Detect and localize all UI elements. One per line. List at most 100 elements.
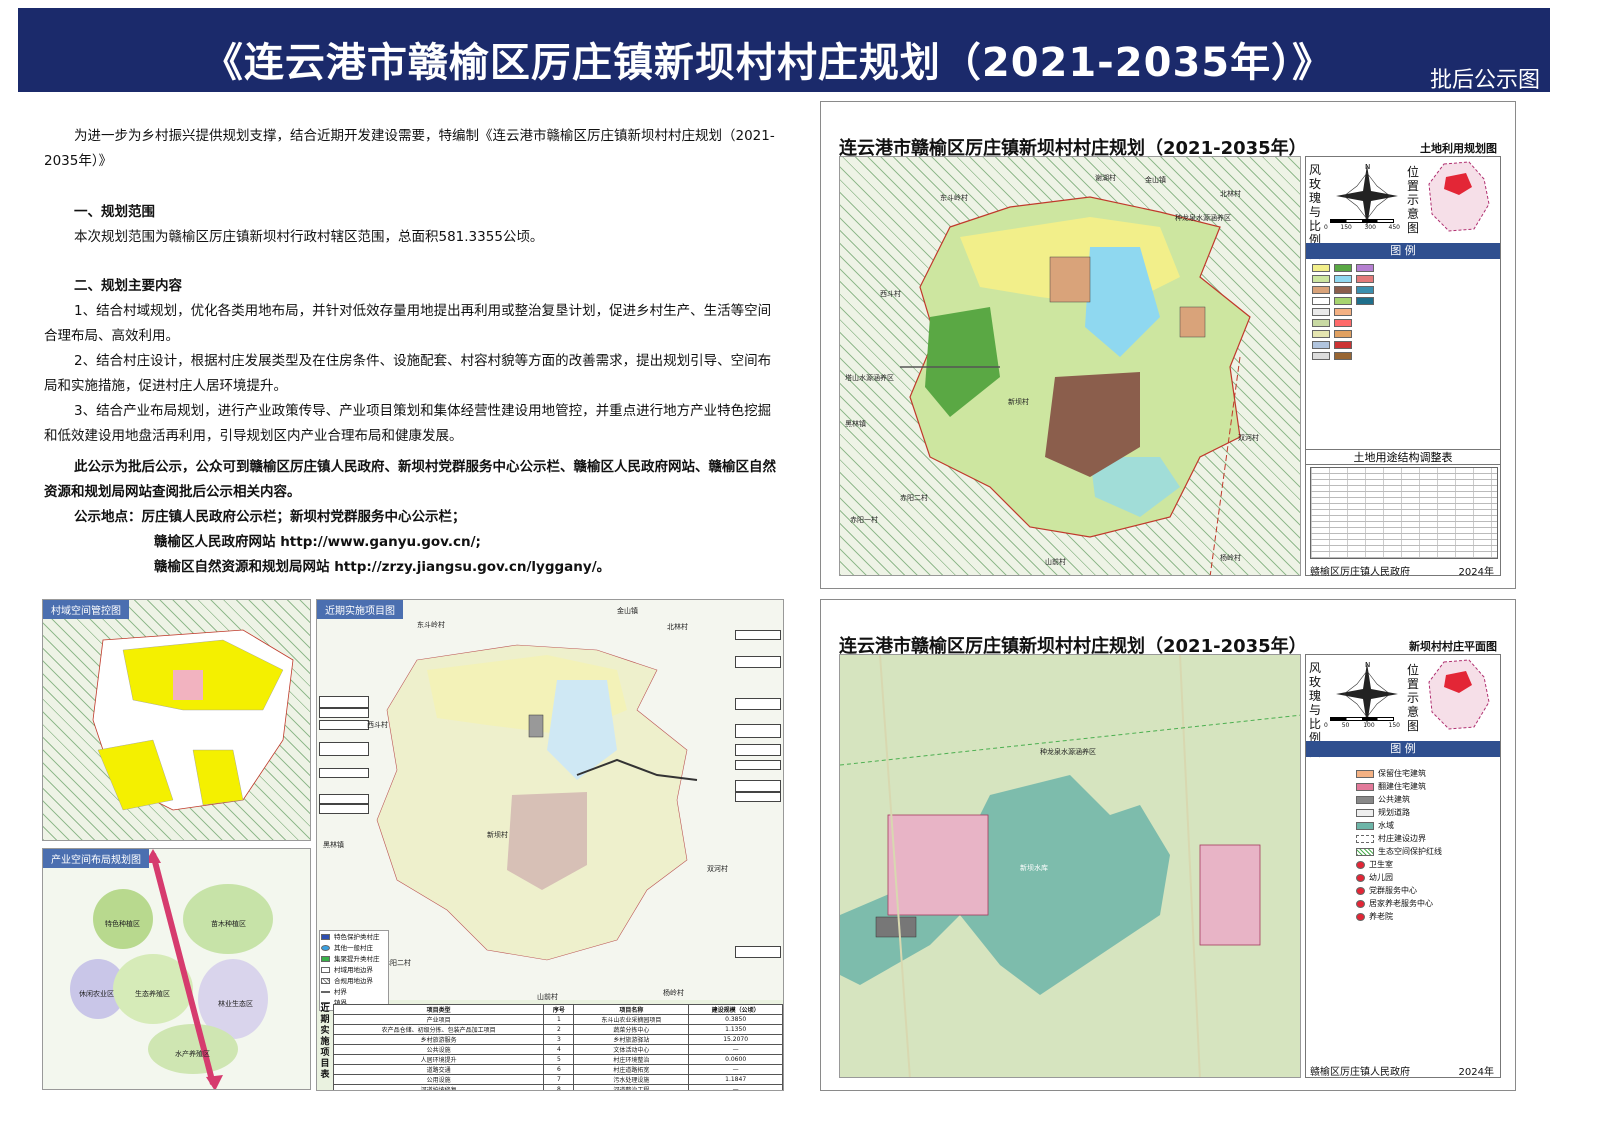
year-label: 2024年 [1458, 1067, 1494, 1078]
section1-title: 一、规划范围 [74, 204, 155, 220]
landuse-subtitle: 土地利用规划图 [1420, 142, 1497, 155]
map-label: 杨岭村 [663, 989, 684, 997]
notice-intro: 为进一步为乡村振兴提供规划支撑，结合近期开发建设需要，特编制《连云港市赣榆区厉庄… [44, 128, 775, 169]
scale-bar [1330, 717, 1394, 721]
table-row: 公用设施 7 污水处理设施 1.1847 [332, 1074, 783, 1085]
public-notice: 此公示为批后公示，公众可到赣榆区厉庄镇人民政府、新坝村党群服务中心公示栏、赣榆区… [44, 459, 776, 500]
legend-item: 村庄建设边界 [1378, 834, 1426, 843]
table-cell: 公共设施 [332, 1044, 545, 1055]
section2-title: 二、规划主要内容 [74, 278, 182, 294]
table-cell: 0.3850 [688, 1014, 783, 1025]
landuse-table [1310, 467, 1498, 559]
legend-item: 水域 [1378, 821, 1394, 830]
table-row: 道路交通 6 村庄道路拓宽 — [332, 1064, 783, 1075]
notice-location: 公示地点：厉庄镇人民政府公示栏；新坝村党群服务中心公示栏； [74, 509, 466, 525]
table-cell: 2 [543, 1024, 575, 1035]
residential-block-east [1199, 844, 1261, 946]
table-cell: 河道护坡修复 [332, 1084, 545, 1090]
public-facility [875, 916, 917, 938]
village-core [1049, 256, 1091, 303]
table-cell: 乡村旅游驿站 [573, 1034, 690, 1045]
table-cell: 6 [543, 1064, 575, 1075]
notice-site-gov: 赣榆区人民政府网站 http://www.ganyu.gov.cn/; [154, 534, 481, 550]
scale-tick: 0 [1324, 722, 1328, 729]
scale-tick: 0 [1324, 224, 1328, 231]
map-label: 山前村 [537, 993, 558, 1001]
table-cell: 1.1847 [688, 1074, 783, 1085]
legend-item: 其他一般村庄 [334, 944, 373, 952]
legend-item: 村界 [334, 988, 347, 996]
table-header: 序号 [543, 1004, 575, 1015]
table-cell: 乡村旅游服务 [332, 1034, 545, 1045]
map-label-chiyang1: 赤阳一村 [850, 516, 878, 524]
legend-item: 党群服务中心 [1369, 886, 1417, 895]
table-cell: 人居环境提升 [332, 1054, 545, 1065]
plan-subtitle: 新坝村村庄平面图 [1409, 640, 1497, 653]
projects-inset-label: 近期实施项目图 [317, 600, 403, 619]
table-cell: 河道整治工程 [573, 1084, 690, 1090]
notice-text: 为进一步为乡村振兴提供规划支撑，结合近期开发建设需要，特编制《连云港市赣榆区厉庄… [44, 124, 784, 580]
org-name: 赣榆区厉庄镇人民政府 [1310, 1067, 1410, 1078]
table-row: 农产品仓储、初级分拣、包装产品加工项目 2 蔬菜分拣中心 1.1350 [332, 1024, 783, 1035]
table-cell: 1 [543, 1014, 575, 1025]
zone-label: 苗木种植区 [211, 920, 246, 928]
scale-tick: 150 [1340, 224, 1352, 231]
table-cell: — [688, 1064, 783, 1075]
map-label-beilin: 北林村 [1220, 190, 1241, 198]
table-cell: 污水处理设施 [573, 1074, 690, 1085]
table-cell: — [688, 1044, 783, 1055]
table-cell: 7 [543, 1074, 575, 1085]
projects-inset: 近期实施项目图 东斗岭村 金山镇 北林村 西斗村 新坝村 双河村 黑林镇 赤阳二… [316, 599, 784, 1091]
location-label: 位置示意图 [1406, 165, 1419, 235]
map-label-shanqian: 山前村 [1045, 558, 1066, 566]
map-label: 新坝村 [487, 831, 508, 839]
org-name: 赣榆区厉庄镇人民政府 [1310, 567, 1410, 578]
table-title: 土地用途结构调整表 [1306, 449, 1500, 465]
location-map-icon [1428, 659, 1490, 730]
table-cell: 农产品仓储、初级分拣、包装产品加工项目 [332, 1024, 545, 1035]
map-label: 双河村 [707, 865, 728, 873]
industry-inset: 产业空间布局规划图 特色种植区 苗木种植区 休闲农业区 生态养殖区 林业生态区 … [42, 848, 311, 1090]
projects-table: 项目类型 序号 项目名称 建设规模（公顷） 产业项目 1 东斗山农业采摘园项目 0.3… [332, 1004, 783, 1090]
zone-label: 水产养殖区 [175, 1050, 210, 1058]
map-label-jinshan: 金山镇 [1145, 176, 1166, 184]
table-cell: 0.0600 [688, 1054, 783, 1065]
legend-title: 图 例 [1306, 243, 1500, 259]
table-cell: 东斗山农业采摘园项目 [573, 1014, 690, 1025]
legend-item: 生态空间保护红线 [1378, 847, 1442, 856]
legend-item: 翻建住宅建筑 [1378, 782, 1426, 791]
table-row: 公共设施 4 文体活动中心 — [332, 1044, 783, 1055]
legend-item: 村域用地边界 [334, 966, 373, 974]
section2-item3: 3、结合产业布局规划，进行产业政策传导、产业项目策划和集体经营性建设用地管控，并… [44, 403, 772, 444]
map-label-dongdouling: 东斗岭村 [940, 194, 968, 202]
svg-text:N: N [1365, 661, 1370, 669]
notice-site-nr: 赣榆区自然资源和规划局网站 http://zrzy.jiangsu.gov.cn… [154, 559, 611, 575]
table-cell: 5 [543, 1054, 575, 1065]
legend-item: 居家养老服务中心 [1369, 899, 1433, 908]
svg-text:N: N [1365, 163, 1370, 171]
control-inset-svg [92, 629, 294, 811]
table-header: 建设规模（公顷） [688, 1004, 783, 1015]
section2-item2: 2、结合村庄设计，根据村庄发展类型及在住房条件、设施配套、村容村貌等方面的改善需… [44, 353, 772, 394]
map-label: 东斗岭村 [417, 621, 445, 629]
legend-item: 特色保护类村庄 [334, 933, 380, 941]
landuse-panel: 连云港市赣榆区厉庄镇新坝村村庄规划（2021-2035年） 土地利用规划图 东斗… [820, 101, 1516, 589]
projects-table-body: 产业项目 1 东斗山农业采摘园项目 0.3850 农产品仓储、初级分拣、包装产品加工项目… [332, 1014, 783, 1090]
map-label-shuanghe: 双河村 [1238, 434, 1259, 442]
residential-block-west [887, 814, 989, 916]
table-cell: 3 [543, 1034, 575, 1045]
map-label-heilin: 黑林镇 [845, 420, 866, 428]
projects-table-side-label: 近期实施项目表 [320, 1004, 330, 1080]
section2-item1: 1、结合村域规划，优化各类用地布局，并针对低效存量用地提出再利用或整治复垦计划，… [44, 303, 772, 344]
legend-item: 规划道路 [1378, 808, 1410, 817]
table-cell: 文体活动中心 [573, 1044, 690, 1055]
legend-item: 集聚提升类村庄 [334, 955, 380, 963]
scale-tick: 100 [1363, 722, 1375, 729]
table-cell: 产业项目 [332, 1014, 545, 1025]
page-subtitle: 批后公示图 [1429, 68, 1540, 93]
legend-item: 合规用地边界 [334, 977, 373, 985]
landuse-map-svg [900, 196, 1251, 575]
table-row: 乡村旅游服务 3 乡村旅游驿站 15.2070 [332, 1034, 783, 1045]
eco-redline [840, 714, 1300, 766]
legend-body: 保留住宅建筑 翻建住宅建筑 公共建筑 规划道路 水域 村庄建设边界 生态空间保护… [1356, 767, 1496, 923]
